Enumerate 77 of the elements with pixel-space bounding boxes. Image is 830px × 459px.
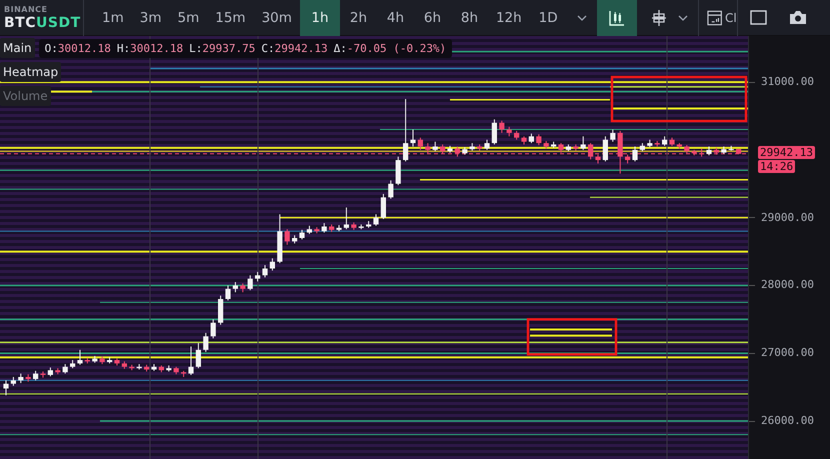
last-price-label: 29942.13 [758,146,815,159]
price-tick-label: 27000.00 [761,346,814,360]
caret-icon[interactable] [678,14,688,20]
candlestick [299,229,305,240]
interval-tab[interactable]: 8h [450,0,488,36]
countdown-label: 14:26 [758,160,796,173]
candlestick-chart-button[interactable] [596,0,637,36]
candlestick [33,370,38,381]
candlestick [188,346,194,376]
candlestick [284,228,290,246]
candlestick [322,222,327,234]
interval-tab[interactable]: 1m [94,0,132,36]
candlestick [270,258,275,272]
candlestick [528,133,534,144]
candlestick [388,180,394,200]
candlestick-icon [608,10,625,26]
candlestick [410,129,416,147]
candlestick [232,282,238,293]
candlestick [77,349,83,366]
price-tick-label: 26000.00 [761,414,814,428]
candlestick [403,98,408,162]
interval-tab[interactable]: 4h [376,0,414,36]
candlestick [440,144,446,154]
candlestick [248,274,253,291]
price-tick-label: 29000.00 [761,210,814,225]
ohlc-readout: O:30012.18 H:30012.18 L:29937.75 C:29942.13 Δ:-70.05 (-0.23%) [38,38,452,58]
candlestick [618,130,623,174]
exchange-label: BINANCE [4,4,48,14]
candlestick [580,136,586,150]
interval-tab[interactable]: 30m [254,0,300,36]
candlestick [506,126,512,137]
candlestick [344,207,349,230]
interval-tab[interactable]: 5m [170,0,208,36]
indicators-button[interactable]: Cl [698,10,737,26]
candlestick [632,146,638,162]
candlestick [454,146,460,158]
candlestick [203,332,208,352]
candlestick [588,142,594,160]
candlestick [432,141,438,152]
camera-icon[interactable] [788,10,807,25]
candlestick [492,118,497,145]
candlestick [3,380,9,396]
fullscreen-icon[interactable] [750,10,767,25]
candlestick [62,364,68,374]
candlestick [218,295,224,326]
candlestick [499,120,504,134]
candlestick [262,264,268,278]
layer-label[interactable]: Heatmap [0,62,62,82]
candlestick [425,142,430,154]
candlestick [558,142,564,154]
interval-tab[interactable]: 6h [414,0,451,36]
price-tick-label: 28000.00 [761,278,814,292]
caret-icon[interactable] [576,14,587,20]
chart-window-icon [706,10,722,26]
interval-tab[interactable]: 12h [488,0,530,36]
candlestick [380,193,386,220]
interval-tab[interactable]: 15m [207,0,254,36]
interval-tab[interactable]: 3m [132,0,170,36]
interval-tab[interactable]: 1D [530,0,567,36]
candlestick [210,318,216,339]
interval-tab[interactable]: 1h [300,0,340,36]
candlestick [418,137,423,150]
symbol-label[interactable]: BTCUSDT [4,14,83,30]
candlestick [373,214,379,226]
candlestick [662,136,668,146]
candlestick [484,139,490,150]
candlestick [196,342,201,369]
pane-label[interactable]: Main [0,38,35,58]
candlestick [610,129,616,142]
candlestick [602,136,608,162]
candlestick [225,284,231,301]
crosshair-icon[interactable] [650,8,668,26]
candlestick [396,156,401,186]
candlestick [536,134,542,146]
candlestick [18,373,24,384]
price-tick-label: 31000.00 [761,75,814,90]
interval-tab[interactable]: 2h [340,0,377,36]
